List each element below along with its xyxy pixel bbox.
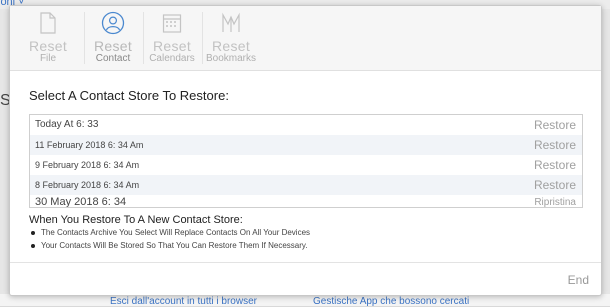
restore-contacts-dialog: Reset File Reset Contact Reset Calendars…	[9, 5, 602, 296]
restore-button[interactable]: Ripristina	[534, 197, 576, 207]
file-icon	[40, 12, 56, 34]
restore-button[interactable]: Restore	[534, 178, 576, 192]
bullet-dot-icon	[31, 243, 35, 248]
background-link-apps[interactable]: Gestische App che bossono cercati	[313, 296, 469, 307]
archive-row: 30 May 2018 6: 34 Ripristina	[30, 195, 582, 208]
info-bullet: Your Contacts Will Be Stored So That You…	[31, 241, 308, 250]
restore-button[interactable]: Restore	[534, 118, 576, 132]
reset-file-button[interactable]: Reset File	[20, 6, 76, 70]
bookmark-icon	[222, 12, 240, 32]
reset-calendars-label: Reset	[152, 38, 192, 54]
reset-contact-button[interactable]: Reset Contact	[85, 6, 141, 70]
archive-date: Today At 6: 33	[35, 119, 99, 130]
reset-bookmarks-button[interactable]: Reset Bookmarks	[203, 6, 259, 70]
archive-date: 30 May 2018 6: 34	[35, 196, 127, 208]
archive-date: 8 February 2018 6: 34 Am	[35, 180, 140, 190]
info-bullet-text: Your Contacts Will Be Stored So That You…	[41, 241, 308, 250]
contact-icon	[101, 11, 125, 35]
archive-date: 11 February 2018 6: 34 Am	[35, 140, 144, 150]
archive-row: 9 February 2018 6: 34 Am Restore	[30, 155, 582, 175]
info-bullet: The Contacts Archive You Select Will Rep…	[31, 228, 310, 237]
info-bullet-text: The Contacts Archive You Select Will Rep…	[41, 228, 311, 237]
restore-button[interactable]: Restore	[534, 158, 576, 172]
footer-divider	[10, 262, 601, 263]
contact-archive-list: Today At 6: 33 Restore 11 February 2018 …	[29, 114, 583, 208]
calendar-icon	[162, 14, 182, 33]
archive-date: 9 February 2018 6: 34 Am	[35, 160, 140, 170]
restore-section-title: Select A Contact Store To Restore:	[29, 88, 229, 103]
reset-bookmarks-sublabel: Bookmarks	[205, 53, 256, 64]
reset-file-label: Reset	[28, 38, 68, 54]
reset-bookmarks-label: Reset	[211, 38, 251, 54]
reset-toolbar: Reset File Reset Contact Reset Calendars…	[10, 6, 601, 71]
reset-calendars-button[interactable]: Reset Calendars	[144, 6, 200, 70]
background-link-signout[interactable]: Esci dall'account in tutti i browser	[110, 296, 257, 307]
reset-contact-label: Reset	[93, 38, 133, 54]
end-button[interactable]: End	[568, 273, 589, 287]
info-title: When You Restore To A New Contact Store:	[29, 214, 243, 226]
archive-row: 11 February 2018 6: 34 Am Restore	[30, 135, 582, 155]
restore-button[interactable]: Restore	[534, 138, 576, 152]
archive-row: 8 February 2018 6: 34 Am Restore	[30, 175, 582, 195]
bullet-dot-icon	[31, 230, 35, 235]
archive-row: Today At 6: 33 Restore	[30, 115, 582, 135]
